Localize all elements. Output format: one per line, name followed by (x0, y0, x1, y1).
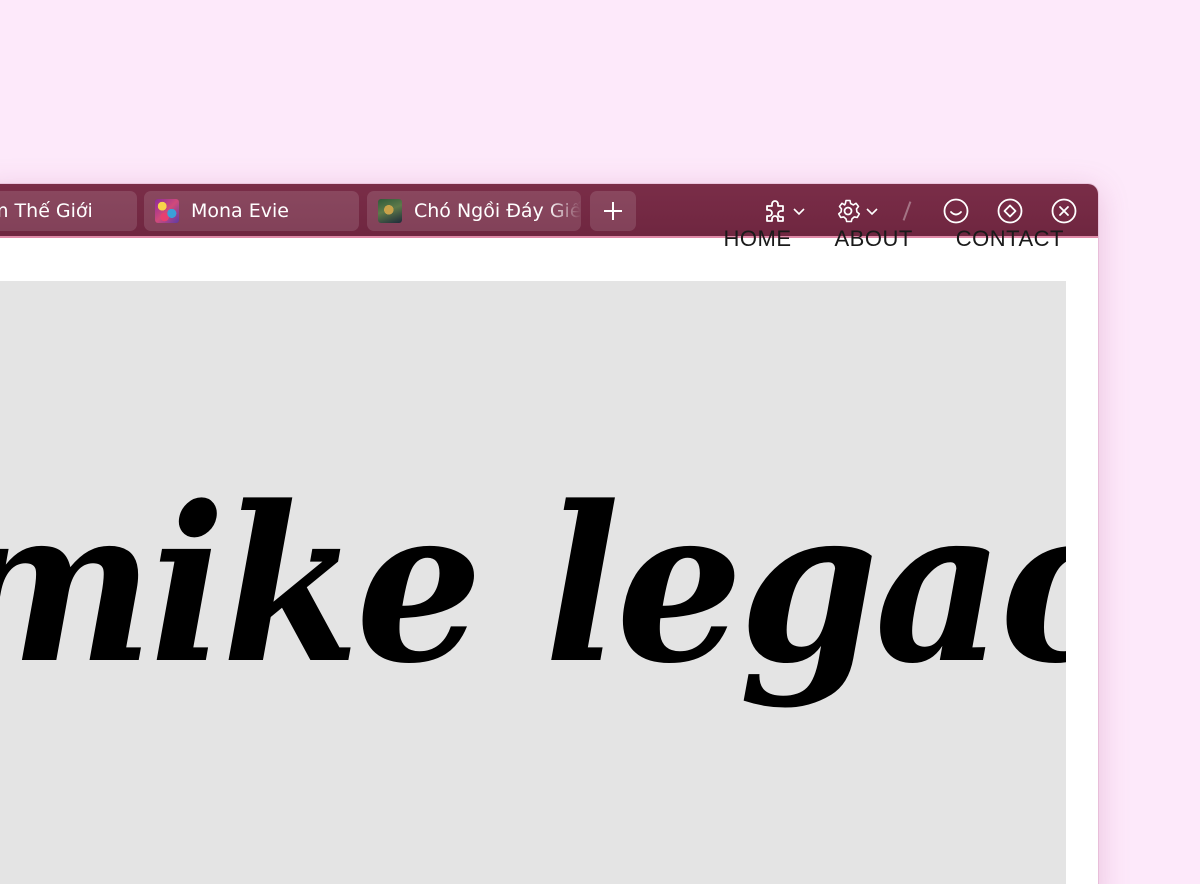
new-tab-button[interactable] (590, 191, 636, 231)
nav-contact-link[interactable]: CONTACT (956, 226, 1064, 252)
nav-home-link[interactable]: HOME (724, 226, 792, 252)
puzzle-icon (766, 200, 784, 222)
plus-icon (604, 202, 622, 220)
nav-about-link[interactable]: ABOUT (835, 226, 913, 252)
hero-banner: mike legacy (0, 281, 1066, 884)
browser-window: m Thế Giới Mona Evie Chó Ngồi Đáy Giế HO… (0, 184, 1098, 884)
hero-title: mike legacy (0, 460, 1066, 711)
mona-evie-favicon-icon (155, 199, 179, 223)
site-nav: HOME ABOUT CONTACT (724, 226, 1065, 252)
tab-2[interactable]: Mona Evie (144, 191, 359, 231)
close-icon (1051, 198, 1077, 224)
tab-3[interactable]: Chó Ngồi Đáy Giế (367, 191, 581, 231)
tab-3-title: Chó Ngồi Đáy Giế (414, 200, 581, 222)
cho-ngoi-day-gieng-favicon-icon (378, 199, 402, 223)
diamond-button[interactable] (996, 196, 1024, 226)
web-page: HOME ABOUT CONTACT mike legacy (0, 226, 1098, 884)
close-window-button[interactable] (1050, 196, 1078, 226)
toolbar-separator (902, 201, 912, 221)
settings-button[interactable] (835, 196, 880, 226)
tab-1-title: m Thế Giới (0, 200, 93, 222)
gear-icon (837, 199, 861, 223)
chevron-down-icon (793, 208, 805, 216)
tab-1[interactable]: m Thế Giới (0, 191, 137, 231)
diamond-icon (997, 198, 1023, 224)
chevron-down-icon (866, 208, 878, 216)
tab-2-title: Mona Evie (191, 200, 289, 222)
extensions-button[interactable] (762, 196, 807, 226)
smile-button[interactable] (942, 196, 970, 226)
smile-icon (943, 198, 969, 224)
